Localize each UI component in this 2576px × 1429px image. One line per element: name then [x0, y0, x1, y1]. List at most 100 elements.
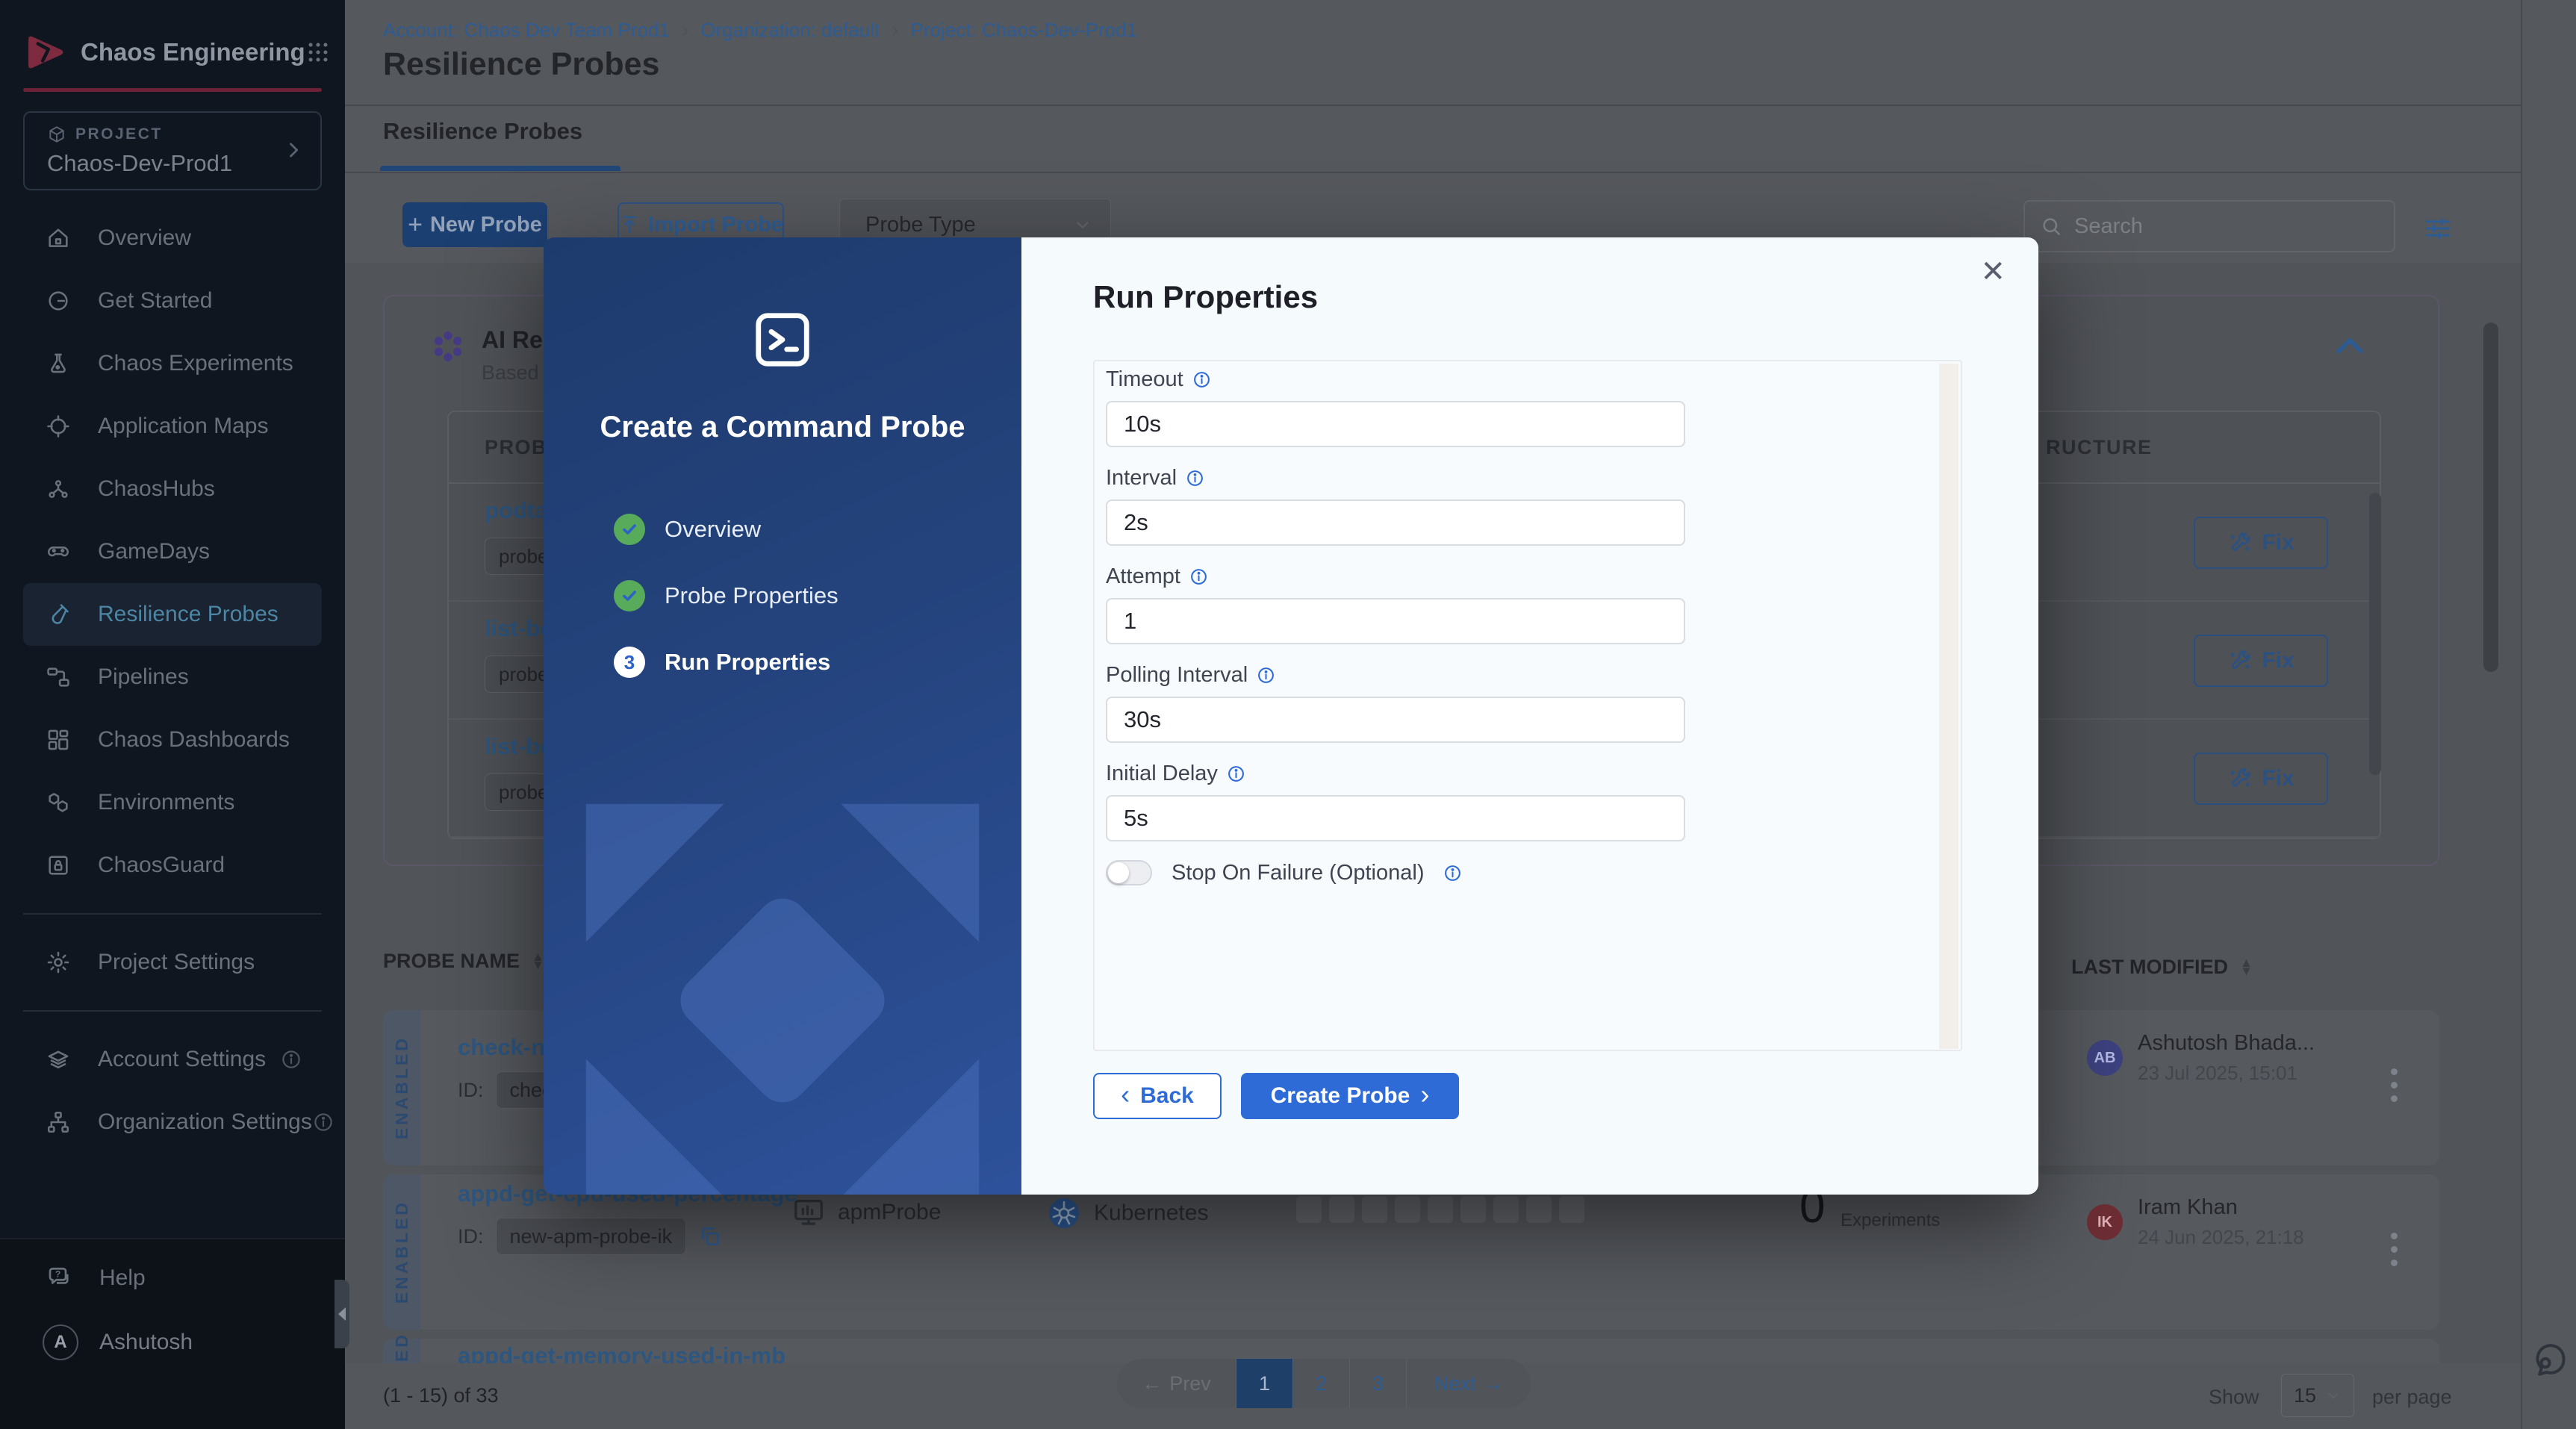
- user-avatar: A: [43, 1324, 78, 1360]
- row-menu-kebab-icon[interactable]: [2386, 1064, 2402, 1106]
- row-menu-kebab-icon[interactable]: [2386, 1228, 2402, 1271]
- per-page-label: per page: [2372, 1386, 2452, 1408]
- attempt-input[interactable]: [1106, 598, 1685, 644]
- initial-delay-input[interactable]: [1106, 795, 1685, 841]
- run-properties-panel: ✕ Run Properties Timeout Interval: [1021, 237, 2038, 1195]
- info-icon[interactable]: [1443, 864, 1462, 882]
- info-icon[interactable]: [1257, 666, 1275, 685]
- search-input[interactable]: [2074, 214, 2379, 239]
- form-scrollbar-track[interactable]: [1939, 364, 1959, 1049]
- kubernetes-icon: [1046, 1195, 1082, 1231]
- timeout-label: Timeout: [1106, 367, 1183, 391]
- sidebar-item-application-maps[interactable]: Application Maps: [23, 395, 322, 458]
- sidebar-item-environments[interactable]: Environments: [23, 771, 322, 834]
- page-button-3[interactable]: 3: [1350, 1359, 1407, 1408]
- sidebar-item-chaoshubs[interactable]: ChaosHubs: [23, 458, 322, 520]
- step-overview[interactable]: Overview: [614, 514, 839, 545]
- help-chat-icon: ?: [46, 1265, 72, 1292]
- sort-icon[interactable]: ▲ ▼: [2240, 956, 2253, 977]
- avatar: IK: [2087, 1204, 2123, 1240]
- sidebar-item-project-settings[interactable]: Project Settings: [23, 931, 322, 994]
- sidebar-item-chaos-dashboards[interactable]: Chaos Dashboards: [23, 709, 322, 771]
- user-menu[interactable]: A Ashutosh: [23, 1314, 322, 1371]
- fix-button[interactable]: Fix: [2194, 753, 2328, 805]
- module-accent-bar: [23, 88, 322, 92]
- ai-sparkle-icon: [428, 326, 468, 385]
- apm-monitor-icon: [791, 1195, 826, 1230]
- polling-interval-label: Polling Interval: [1106, 663, 1248, 687]
- info-icon[interactable]: [1227, 765, 1245, 783]
- page-button-1[interactable]: 1: [1236, 1359, 1293, 1408]
- sidebar-item-overview[interactable]: Overview: [23, 207, 322, 270]
- fix-button[interactable]: Fix: [2194, 517, 2328, 569]
- filter-icon[interactable]: [2421, 212, 2454, 245]
- new-probe-label: New Probe: [429, 212, 542, 237]
- sidebar-item-help[interactable]: ? Help: [23, 1250, 322, 1307]
- sidebar-item-chaos-experiments[interactable]: Chaos Experiments: [23, 332, 322, 395]
- probe-row[interactable]: ENABLED appd-get-cpu-used-percentage ID:…: [383, 1174, 2439, 1330]
- create-probe-button[interactable]: Create Probe ›: [1241, 1073, 1459, 1119]
- timeout-input[interactable]: [1106, 401, 1685, 447]
- back-button[interactable]: ‹ Back: [1093, 1073, 1222, 1119]
- stop-on-failure-toggle[interactable]: [1106, 860, 1152, 885]
- breadcrumb-project[interactable]: Project: Chaos-Dev-Prod1: [911, 19, 1137, 42]
- close-icon[interactable]: ✕: [1980, 257, 2006, 287]
- sidebar-item-label: Environments: [98, 790, 235, 815]
- avatar: AB: [2087, 1040, 2123, 1076]
- wizard-side-panel: Create a Command Probe Overview Probe Pr…: [544, 237, 1021, 1195]
- step-label: Overview: [665, 516, 762, 542]
- prev-page-button[interactable]: ← Prev: [1117, 1359, 1236, 1408]
- sidebar-nav: Overview Get Started Chaos Experiments A…: [0, 207, 345, 897]
- sidebar-item-pipelines[interactable]: Pipelines: [23, 646, 322, 709]
- breadcrumb-separator: ›: [681, 18, 689, 41]
- page-button-2[interactable]: 2: [1293, 1359, 1350, 1408]
- breadcrumb-account[interactable]: Account: Chaos Dev Team Prod1: [383, 19, 670, 42]
- sort-icon[interactable]: ▲ ▼: [532, 950, 544, 971]
- collapse-chevron-up-icon[interactable]: [2333, 334, 2366, 358]
- chevron-left-icon: ‹: [1121, 1079, 1130, 1109]
- harness-watermark-logo: [573, 791, 992, 1195]
- step-run-properties[interactable]: 3 Run Properties: [614, 647, 839, 678]
- project-selector[interactable]: PROJECT Chaos-Dev-Prod1: [23, 111, 322, 190]
- sidebar-item-gamedays[interactable]: GameDays: [23, 520, 322, 583]
- sidebar-item-account-settings[interactable]: Account Settings: [23, 1028, 322, 1091]
- sidebar-collapse-button[interactable]: [335, 1280, 349, 1348]
- id-label: ID:: [458, 1078, 484, 1101]
- ai-panel-scrollbar[interactable]: [2369, 493, 2381, 775]
- page-size-select[interactable]: 15: [2281, 1374, 2354, 1417]
- copy-icon[interactable]: [698, 1224, 722, 1248]
- interval-input[interactable]: [1106, 499, 1685, 546]
- page-title: Resilience Probes: [383, 46, 660, 82]
- plus-icon: +: [408, 211, 423, 239]
- next-page-button[interactable]: Next →: [1407, 1359, 1531, 1408]
- collapse-left-icon: [338, 1307, 346, 1321]
- sidebar-item-label: Get Started: [98, 288, 213, 313]
- info-icon[interactable]: [1186, 469, 1204, 488]
- hexagons-icon: [46, 790, 71, 815]
- get-started-icon: [46, 288, 71, 314]
- step-done-check-icon: [614, 580, 645, 611]
- info-icon[interactable]: [1189, 567, 1208, 586]
- probe-type-value: apmProbe: [838, 1200, 942, 1224]
- step-probe-properties[interactable]: Probe Properties: [614, 580, 839, 611]
- info-icon[interactable]: [1192, 370, 1211, 389]
- fix-button[interactable]: Fix: [2194, 635, 2328, 687]
- breadcrumb: Account: Chaos Dev Team Prod1 › Organiza…: [383, 18, 1137, 42]
- sidebar-item-resilience-probes[interactable]: Resilience Probes: [23, 583, 322, 646]
- main-scrollbar[interactable]: [2483, 323, 2498, 672]
- project-label: PROJECT: [75, 125, 163, 143]
- probe-id-chip: new-apm-probe-ik: [495, 1218, 687, 1255]
- breadcrumb-organization[interactable]: Organization: default: [700, 19, 880, 42]
- wizard-steps: Overview Probe Properties 3 Run Properti…: [614, 514, 839, 678]
- sidebar-item-chaosguard[interactable]: ChaosGuard: [23, 834, 322, 897]
- wrench-sparkle-icon: [2227, 648, 2253, 673]
- polling-interval-input[interactable]: [1106, 697, 1685, 743]
- new-probe-button[interactable]: + New Probe: [402, 202, 547, 247]
- tab-resilience-probes[interactable]: Resilience Probes: [383, 118, 582, 145]
- module-grid-icon[interactable]: [305, 40, 331, 65]
- experiments-label: Experiments: [1841, 1210, 1941, 1230]
- chat-help-icon[interactable]: [2530, 1339, 2572, 1381]
- sidebar-item-organization-settings[interactable]: Organization Settings: [23, 1091, 332, 1154]
- fix-label: Fix: [2262, 530, 2295, 555]
- sidebar-item-get-started[interactable]: Get Started: [23, 270, 322, 332]
